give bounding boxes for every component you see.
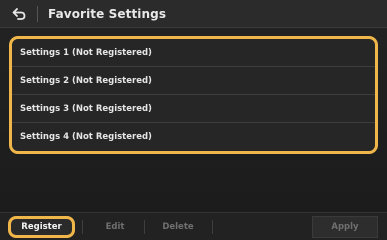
divider <box>82 220 83 234</box>
back-button[interactable] <box>4 3 34 25</box>
list-item-settings-1[interactable]: Settings 1 (Not Registered) <box>12 39 375 67</box>
list-item-label: Settings 1 (Not Registered) <box>20 47 152 58</box>
list-item-settings-3[interactable]: Settings 3 (Not Registered) <box>12 95 375 123</box>
delete-button[interactable]: Delete <box>148 216 208 238</box>
favorite-settings-screen: Favorite Settings Settings 1 (Not Regist… <box>0 0 387 240</box>
apply-button[interactable]: Apply <box>312 216 378 238</box>
page-title: Favorite Settings <box>48 7 167 21</box>
back-arrow-icon <box>12 8 26 20</box>
list-item-settings-4[interactable]: Settings 4 (Not Registered) <box>12 123 375 151</box>
divider <box>212 220 213 234</box>
title-bar: Favorite Settings <box>0 0 387 28</box>
register-button[interactable]: Register <box>8 216 75 238</box>
bottom-action-bar: Register Edit Delete Apply <box>0 212 387 240</box>
list-item-label: Settings 2 (Not Registered) <box>20 75 152 86</box>
divider <box>144 220 145 234</box>
favorite-settings-list: Settings 1 (Not Registered) Settings 2 (… <box>9 36 378 154</box>
title-divider <box>37 6 38 22</box>
list-item-settings-2[interactable]: Settings 2 (Not Registered) <box>12 67 375 95</box>
edit-button[interactable]: Edit <box>90 216 140 238</box>
list-item-label: Settings 3 (Not Registered) <box>20 103 152 114</box>
list-item-label: Settings 4 (Not Registered) <box>20 132 152 142</box>
